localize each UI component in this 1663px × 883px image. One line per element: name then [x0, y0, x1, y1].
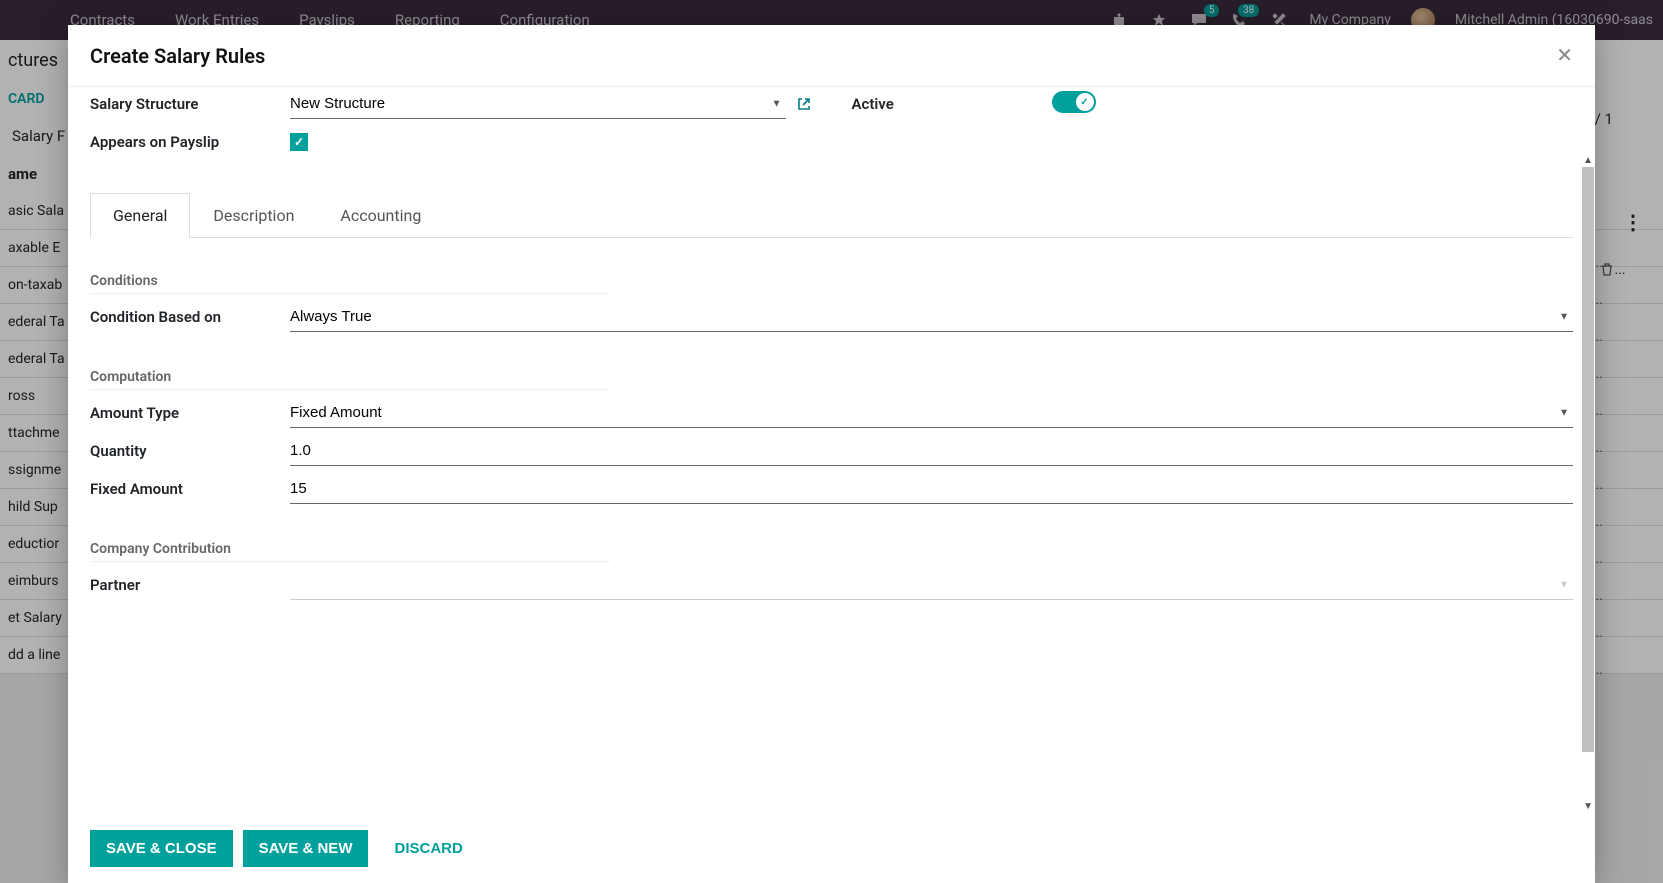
active-toggle[interactable]: ✓ [1052, 91, 1096, 113]
section-computation: Computation [90, 369, 610, 390]
tab-description[interactable]: Description [190, 193, 317, 237]
section-conditions: Conditions [90, 273, 610, 294]
quantity-label: Quantity [90, 434, 290, 468]
appears-on-payslip-checkbox[interactable]: ✓ [290, 133, 308, 151]
tabs: General Description Accounting [90, 193, 1573, 238]
check-icon: ✓ [1080, 97, 1088, 108]
condition-based-on-select[interactable] [290, 302, 1573, 332]
partner-label: Partner [90, 568, 290, 602]
tab-general[interactable]: General [90, 193, 190, 238]
appears-on-payslip-label: Appears on Payslip [90, 125, 290, 159]
modal-body: Salary Structure ▼ Appears on Payslip ✓ [68, 87, 1595, 814]
amount-type-label: Amount Type [90, 396, 290, 430]
save-and-close-button[interactable]: SAVE & CLOSE [90, 830, 233, 867]
active-label: Active [852, 87, 1052, 121]
scroll-down-icon[interactable]: ▼ [1583, 801, 1593, 812]
external-link-icon[interactable] [796, 96, 812, 112]
quantity-input[interactable] [290, 436, 1573, 466]
condition-based-on-label: Condition Based on [90, 300, 290, 334]
modal-title: Create Salary Rules [90, 44, 265, 68]
create-salary-rules-modal: Create Salary Rules ✕ Salary Structure ▼ [68, 25, 1595, 883]
salary-structure-select[interactable] [290, 89, 786, 119]
fixed-amount-input[interactable] [290, 474, 1573, 504]
scroll-up-icon[interactable]: ▲ [1583, 155, 1593, 166]
scrollbar-thumb[interactable] [1582, 167, 1594, 752]
partner-select[interactable] [290, 570, 1573, 600]
discard-button[interactable]: DISCARD [378, 830, 478, 867]
close-icon: ✕ [1556, 45, 1573, 67]
fixed-amount-label: Fixed Amount [90, 472, 290, 506]
close-button[interactable]: ✕ [1556, 43, 1573, 68]
scrollbar[interactable]: ▲ ▼ [1581, 167, 1595, 814]
tab-accounting[interactable]: Accounting [317, 193, 444, 237]
amount-type-select[interactable] [290, 398, 1573, 428]
save-and-new-button[interactable]: SAVE & NEW [243, 830, 369, 867]
modal-footer: SAVE & CLOSE SAVE & NEW DISCARD [68, 814, 1595, 883]
modal-header: Create Salary Rules ✕ [68, 25, 1595, 87]
salary-structure-label: Salary Structure [90, 87, 290, 121]
section-company-contribution: Company Contribution [90, 541, 610, 562]
